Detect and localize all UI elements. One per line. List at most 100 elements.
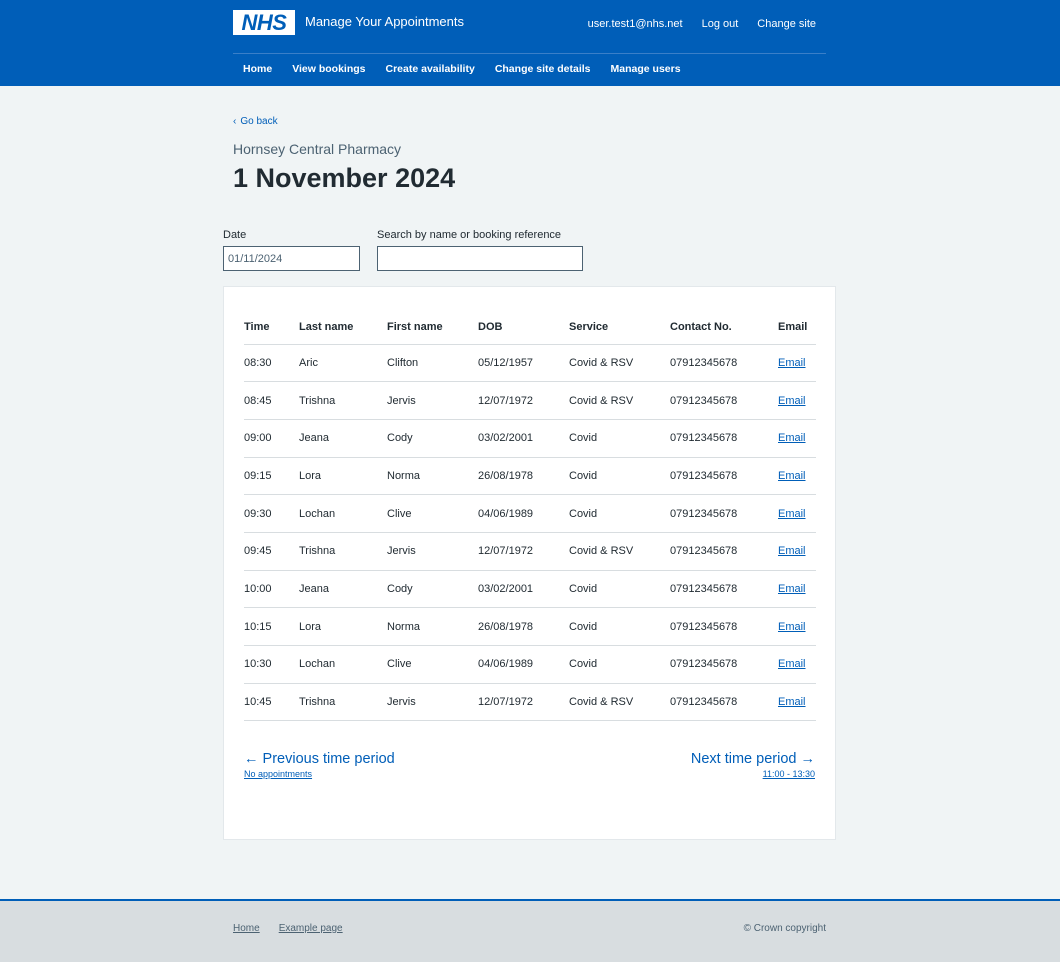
next-period-link[interactable]: Next time period → [691, 751, 815, 767]
cell-email: Email [778, 570, 816, 609]
table-row: 09:30 Lochan Clive 04/06/1989 Covid 079123456… [244, 494, 816, 533]
header-email: Email [778, 311, 816, 345]
cell-last-name: Lochan [299, 494, 387, 533]
footer-home-link[interactable]: Home [233, 923, 260, 934]
cell-first-name: Cody [387, 570, 478, 609]
footer-example-link[interactable]: Example page [279, 923, 343, 934]
nav-create-availability[interactable]: Create availability [376, 63, 485, 75]
cell-service: Covid [569, 419, 670, 458]
table-row: 10:30 Lochan Clive 04/06/1989 Covid 079123456… [244, 645, 816, 684]
cell-time: 09:00 [244, 419, 299, 458]
page-title: 1 November 2024 [233, 163, 456, 193]
primary-nav: Home View bookings Create availability C… [233, 63, 691, 75]
cell-last-name: Lochan [299, 645, 387, 684]
cell-service: Covid [569, 494, 670, 533]
user-email[interactable]: user.test1@nhs.net [588, 18, 683, 30]
cell-email: Email [778, 344, 816, 383]
email-link[interactable]: Email [778, 357, 806, 369]
cell-email: Email [778, 532, 816, 571]
footer-links: Home Example page [233, 923, 343, 934]
cell-service: Covid & RSV [569, 381, 670, 420]
email-link[interactable]: Email [778, 432, 806, 444]
table-row: 08:30 Aric Clifton 05/12/1957 Covid & RSV 079… [244, 344, 816, 383]
cell-contact: 07912345678 [670, 457, 778, 496]
nav-home[interactable]: Home [233, 63, 282, 75]
nav-change-site-details[interactable]: Change site details [485, 63, 601, 75]
cell-time: 08:30 [244, 344, 299, 383]
cell-dob: 03/02/2001 [478, 570, 569, 609]
email-link[interactable]: Email [778, 696, 806, 708]
cell-time: 10:00 [244, 570, 299, 609]
nav-manage-users[interactable]: Manage users [601, 63, 691, 75]
cell-first-name: Norma [387, 457, 478, 496]
cell-time: 09:15 [244, 457, 299, 496]
header-service: Service [569, 311, 670, 345]
site-footer: Home Example page © Crown copyright [0, 899, 1060, 962]
cell-dob: 12/07/1972 [478, 532, 569, 571]
cell-dob: 04/06/1989 [478, 645, 569, 684]
service-name[interactable]: Manage Your Appointments [305, 14, 464, 29]
cell-first-name: Clive [387, 645, 478, 684]
cell-contact: 07912345678 [670, 532, 778, 571]
logout-link[interactable]: Log out [702, 18, 739, 30]
account-links: user.test1@nhs.net Log out Change site [588, 18, 816, 30]
cell-time: 10:30 [244, 645, 299, 684]
cell-time: 10:15 [244, 607, 299, 646]
arrow-left-icon: ← [244, 751, 259, 767]
cell-contact: 07912345678 [670, 381, 778, 420]
header-divider [233, 53, 826, 54]
email-link[interactable]: Email [778, 395, 806, 407]
cell-service: Covid [569, 457, 670, 496]
cell-contact: 07912345678 [670, 645, 778, 684]
copyright: © Crown copyright [743, 923, 826, 934]
cell-email: Email [778, 419, 816, 458]
email-link[interactable]: Email [778, 658, 806, 670]
table-header-row: Time Last name First name DOB Service Co… [244, 311, 816, 345]
cell-last-name: Aric [299, 344, 387, 383]
cell-contact: 07912345678 [670, 570, 778, 609]
previous-period-label: Previous time period [262, 751, 395, 767]
arrow-right-icon: → [800, 751, 816, 767]
email-link[interactable]: Email [778, 621, 806, 633]
previous-period: ← Previous time period No appointments [244, 751, 395, 779]
table-row: 10:00 Jeana Cody 03/02/2001 Covid 07912345678… [244, 570, 816, 609]
header-dob: DOB [478, 311, 569, 345]
cell-last-name: Lora [299, 607, 387, 646]
cell-last-name: Jeana [299, 419, 387, 458]
table-row: 09:15 Lora Norma 26/08/1978 Covid 07912345678… [244, 457, 816, 496]
search-input[interactable] [377, 246, 583, 271]
change-site-link[interactable]: Change site [757, 18, 816, 30]
previous-period-link[interactable]: ← Previous time period [244, 751, 395, 767]
table-row: 09:00 Jeana Cody 03/02/2001 Covid 07912345678… [244, 419, 816, 458]
site-header: NHS Manage Your Appointments user.test1@… [0, 0, 1060, 86]
search-label: Search by name or booking reference [377, 229, 562, 241]
cell-time: 09:45 [244, 532, 299, 571]
email-link[interactable]: Email [778, 545, 806, 557]
cell-contact: 07912345678 [670, 683, 778, 722]
cell-last-name: Trishna [299, 532, 387, 571]
cell-service: Covid & RSV [569, 532, 670, 571]
cell-email: Email [778, 494, 816, 533]
go-back-link[interactable]: ‹ Go back [233, 116, 278, 127]
email-link[interactable]: Email [778, 470, 806, 482]
table-row: 10:15 Lora Norma 26/08/1978 Covid 07912345678… [244, 607, 816, 646]
email-link[interactable]: Email [778, 583, 806, 595]
next-period-sub[interactable]: 11:00 - 13:30 [691, 769, 815, 779]
cell-email: Email [778, 607, 816, 646]
next-period-label: Next time period [690, 751, 797, 767]
cell-email: Email [778, 381, 816, 420]
table-row: 09:45 Trishna Jervis 12/07/1972 Covid & RSV 0… [244, 532, 816, 571]
chevron-left-icon: ‹ [233, 116, 237, 127]
cell-email: Email [778, 457, 816, 496]
cell-time: 10:45 [244, 683, 299, 722]
nav-view-bookings[interactable]: View bookings [282, 63, 375, 75]
nhs-logo[interactable]: NHS [233, 10, 295, 35]
bookings-card: Time Last name First name DOB Service Co… [223, 286, 836, 840]
cell-contact: 07912345678 [670, 494, 778, 533]
cell-last-name: Lora [299, 457, 387, 496]
bookings-table: Time Last name First name DOB Service Co… [244, 311, 816, 722]
date-input[interactable] [223, 246, 360, 271]
email-link[interactable]: Email [778, 508, 806, 520]
cell-service: Covid & RSV [569, 683, 670, 722]
previous-period-sub[interactable]: No appointments [244, 769, 395, 779]
